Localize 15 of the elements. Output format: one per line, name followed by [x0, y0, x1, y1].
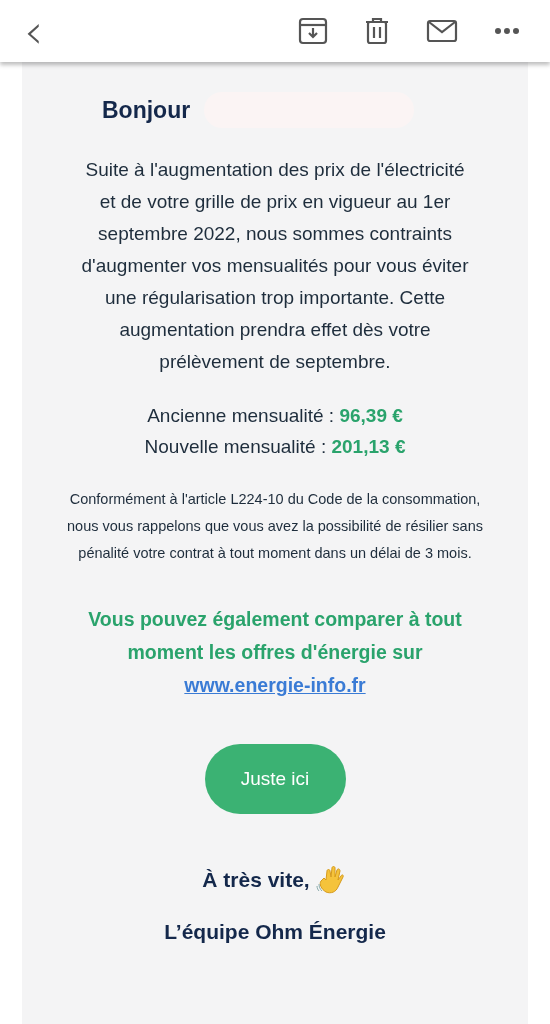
more-icon[interactable] — [494, 27, 520, 35]
message-paragraph: Suite à l'augmentation des prix de l'électricité et de votre grille de prix en vigueur au 1er septembre 2022, nous sommes contraints d'augmenter vos mensualités pour vous éviter une régularisation trop importante. Cette augmentation prendra effet dès votre prélèvement de septembre. — [80, 158, 470, 374]
cta-button[interactable]: Juste ici — [204, 744, 346, 814]
website-link[interactable]: www.energie-info.fr — [184, 674, 366, 696]
amount-line: Nouvelle mensualité : 201,13 € — [144, 435, 406, 459]
amount-line: Ancienne mensualité : 96,39 € — [146, 404, 404, 428]
trash-icon[interactable] — [364, 17, 390, 45]
greeting: Bonjour — [102, 96, 191, 124]
legal-notice: Conformément à l'article L224-10 du Code de la consommation, nous vous rappelons que vous avez la possibilité de résilier sans pénalité votre contrat à tout moment dans un délai de 3 mois. — [66, 490, 484, 563]
closing-text: À très vite, — [202, 868, 310, 892]
compare-text: Vous pouvez également comparer à tout moment les offres d'énergie sur www.energie-info.fr — [87, 607, 463, 698]
signature: L’équipe Ohm Énergie — [164, 920, 386, 944]
mail-icon[interactable] — [426, 19, 458, 43]
archive-icon[interactable] — [298, 17, 328, 45]
back-button[interactable]: ‹ — [18, 7, 50, 55]
